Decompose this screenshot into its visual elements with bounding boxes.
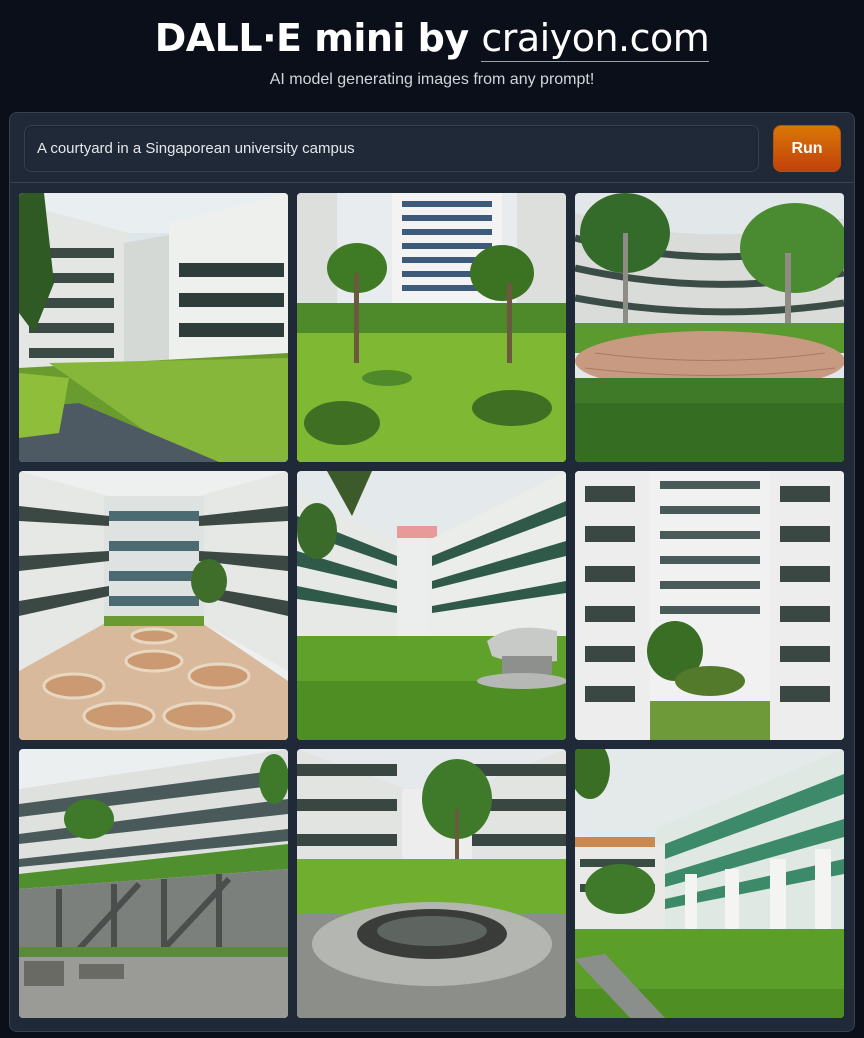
generator-panel: Run	[9, 112, 855, 1032]
prompt-input[interactable]	[24, 125, 759, 172]
courtyard-image-5	[297, 471, 566, 740]
generated-image-8[interactable]	[297, 749, 566, 1018]
generated-image-7[interactable]	[19, 749, 288, 1018]
courtyard-image-8	[297, 749, 566, 1018]
courtyard-image-1	[19, 193, 288, 462]
courtyard-image-6	[575, 471, 844, 740]
generated-image-9[interactable]	[575, 749, 844, 1018]
page-title: DALL·E mini by craiyon.com	[0, 14, 864, 62]
courtyard-image-7	[19, 749, 288, 1018]
courtyard-image-9	[575, 749, 844, 1018]
image-gallery	[19, 193, 844, 1018]
generated-image-2[interactable]	[297, 193, 566, 462]
courtyard-image-3	[575, 193, 844, 462]
generated-image-4[interactable]	[19, 471, 288, 740]
generated-image-3[interactable]	[575, 193, 844, 462]
header: DALL·E mini by craiyon.com AI model gene…	[0, 0, 864, 89]
prompt-row: Run	[10, 113, 854, 183]
generated-image-6[interactable]	[575, 471, 844, 740]
page-subtitle: AI model generating images from any prom…	[269, 71, 595, 88]
run-button[interactable]: Run	[773, 125, 841, 172]
generated-image-1[interactable]	[19, 193, 288, 462]
generated-image-5[interactable]	[297, 471, 566, 740]
courtyard-image-2	[297, 193, 566, 462]
title-main: DALL·E mini by	[154, 16, 482, 60]
brand-link[interactable]: craiyon.com	[481, 16, 710, 62]
courtyard-image-4	[19, 471, 288, 740]
